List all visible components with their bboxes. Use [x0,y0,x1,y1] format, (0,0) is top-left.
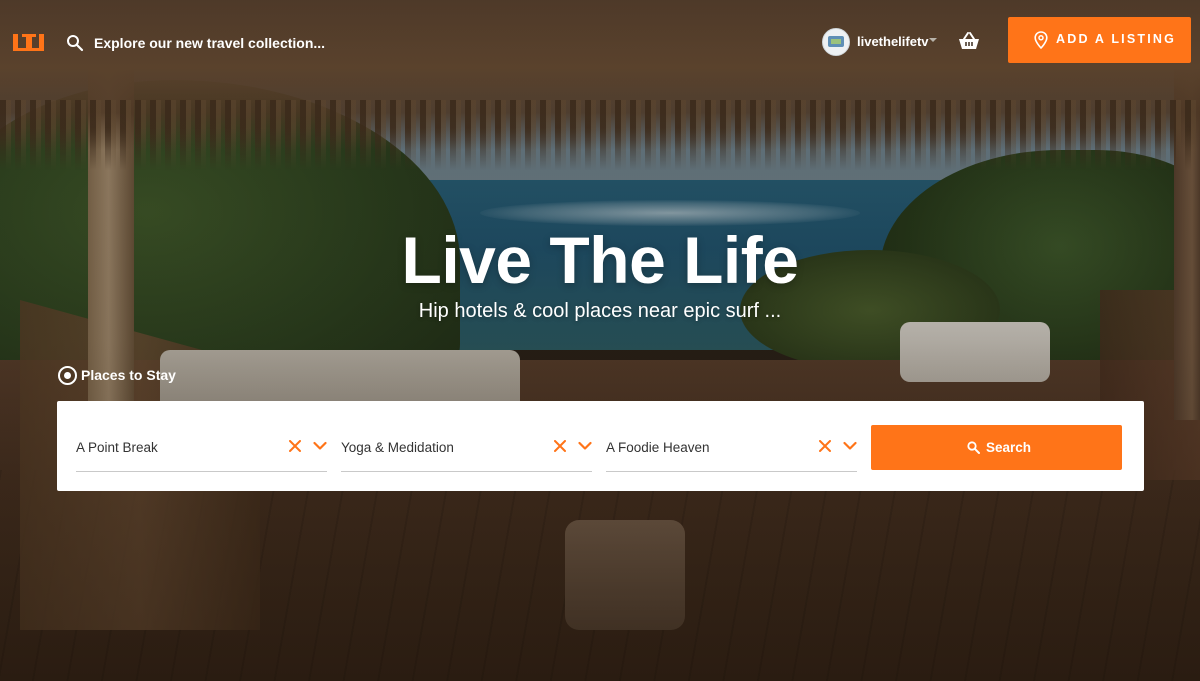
clear-x-icon[interactable] [289,440,301,452]
basket-icon[interactable] [958,31,980,51]
hero-background-image [0,0,1200,681]
activity-select-value: Yoga & Medidation [341,440,454,455]
search-button-icon [967,441,980,454]
chevron-down-icon[interactable] [929,38,937,42]
search-panel: A Point Break Yoga & Medidation A Foodie… [57,401,1144,491]
search-icon[interactable] [66,34,84,52]
add-listing-label: ADD A LISTING [1056,32,1177,46]
search-input[interactable]: Explore our new travel collection... [94,35,325,51]
category-label: Places to Stay [81,367,176,383]
search-button[interactable]: Search [871,425,1122,470]
vibe-select[interactable]: A Foodie Heaven [606,425,857,472]
top-navbar: Explore our new travel collection... liv… [0,0,1200,84]
ltl-logo-icon[interactable] [12,32,46,53]
chevron-down-icon[interactable] [313,441,327,451]
avatar[interactable] [822,28,850,56]
add-listing-button[interactable]: ADD A LISTING [1008,17,1191,63]
clear-x-icon[interactable] [819,440,831,452]
hero-title: Live The Life [401,223,799,297]
map-pin-icon [1034,31,1048,49]
radio-selected-icon[interactable] [58,366,77,385]
region-select-value: A Point Break [76,440,158,455]
region-select[interactable]: A Point Break [76,425,327,472]
search-button-label: Search [986,440,1032,455]
username-label[interactable]: livethelifetv [857,34,929,49]
hero-subtitle: Hip hotels & cool places near epic surf … [418,300,782,322]
clear-x-icon[interactable] [554,440,566,452]
chevron-down-icon[interactable] [578,441,592,451]
chevron-down-icon[interactable] [843,441,857,451]
activity-select[interactable]: Yoga & Medidation [341,425,592,472]
vibe-select-value: A Foodie Heaven [606,440,710,455]
